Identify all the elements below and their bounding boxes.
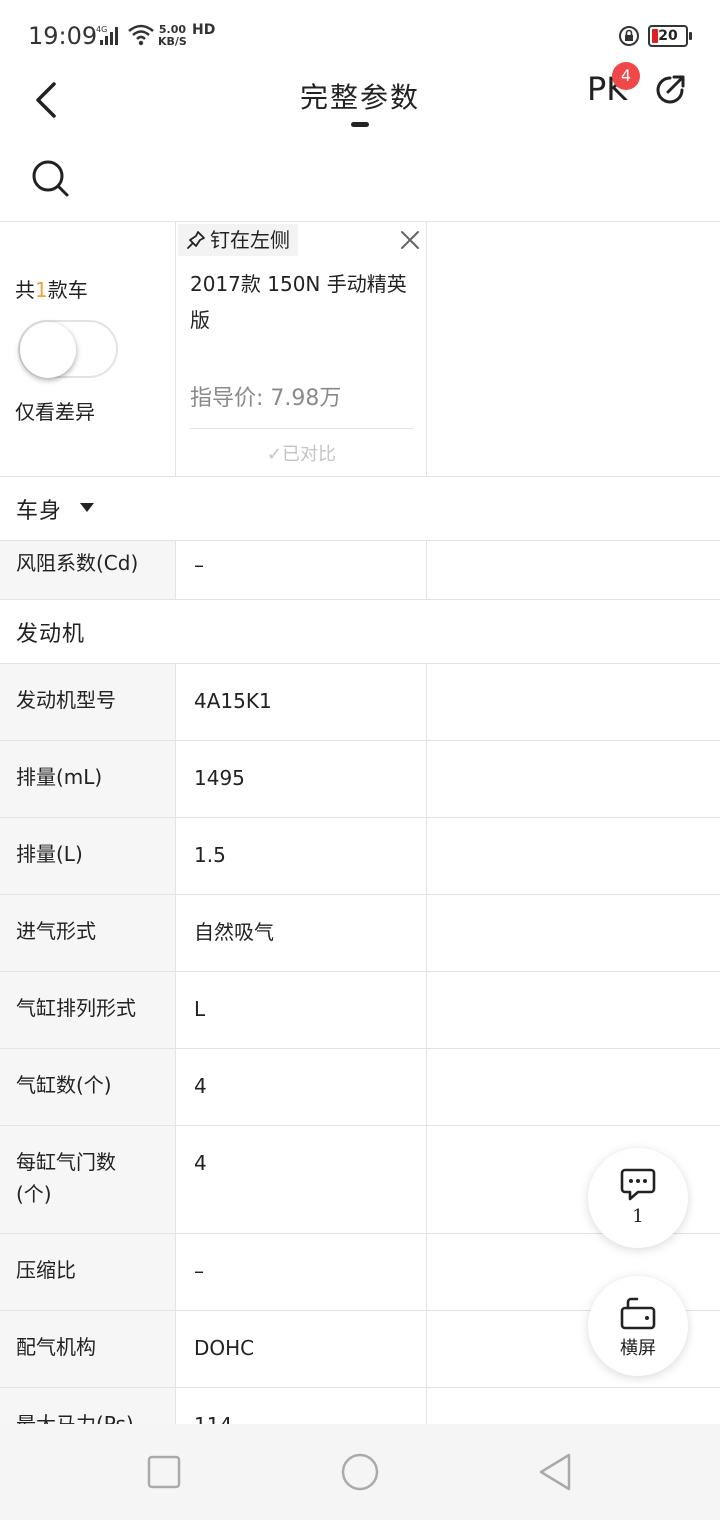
param-value: DOHC xyxy=(176,1311,427,1387)
rotation-lock-icon xyxy=(618,25,640,51)
close-icon[interactable] xyxy=(399,229,421,251)
rotate-screen-icon xyxy=(620,1297,656,1330)
param-label: 发动机型号 xyxy=(0,664,176,740)
car-model-name[interactable]: 2017款 150N 手动精英版 xyxy=(190,266,418,338)
param-value: 自然吸气 xyxy=(176,895,427,971)
recents-button[interactable] xyxy=(144,1452,184,1492)
svg-text:4G: 4G xyxy=(96,25,107,34)
param-row: 排量(L) 1.5 xyxy=(0,818,720,895)
param-row: 进气形式 自然吸气 xyxy=(0,895,720,972)
system-nav-bar xyxy=(0,1424,720,1520)
param-value: – xyxy=(176,541,427,599)
guide-price: 指导价: 7.98万 xyxy=(190,386,342,411)
param-value: 4 xyxy=(176,1049,427,1125)
param-value: L xyxy=(176,972,427,1048)
car-count: 共1款车 xyxy=(15,278,88,302)
comment-button[interactable]: 1 xyxy=(588,1148,688,1248)
wifi-icon xyxy=(127,24,155,50)
home-button[interactable] xyxy=(340,1452,380,1492)
network-speed: 5.00 KB/S xyxy=(158,23,187,48)
car-compare-header: 共1款车 仅看差异 钉在左侧 2017款 150N 手动精英版 指导价: 7.9… xyxy=(0,221,720,477)
param-label: 气缸数(个) xyxy=(0,1049,176,1125)
status-time: 19:09 xyxy=(28,22,98,50)
title-indicator xyxy=(351,122,369,127)
compared-status: ✓已对比 xyxy=(266,444,337,465)
param-row: 发动机型号 4A15K1 xyxy=(0,664,720,741)
section-title: 发动机 xyxy=(16,622,86,647)
param-row: 排量(mL) 1495 xyxy=(0,741,720,818)
param-value: – xyxy=(176,1234,427,1310)
pk-count-badge: 4 xyxy=(612,62,640,90)
param-value: 1.5 xyxy=(176,818,427,894)
toggle-knob xyxy=(20,322,76,378)
signal-icon: 4G xyxy=(96,24,122,50)
back-nav-button[interactable] xyxy=(536,1452,576,1492)
comment-count: 1 xyxy=(632,1206,644,1227)
diff-only-toggle[interactable] xyxy=(18,320,118,378)
caret-down-icon xyxy=(80,503,94,512)
pin-icon xyxy=(187,231,205,249)
param-row: 气缸排列形式 L xyxy=(0,972,720,1049)
section-header-body[interactable]: 车身 xyxy=(0,477,720,541)
search-icon[interactable] xyxy=(30,158,70,198)
status-bar: 19:09 4G 5.00 KB/S HD 20 xyxy=(0,0,720,70)
param-label: 气缸排列形式 xyxy=(0,972,176,1048)
hd-indicator: HD xyxy=(192,22,216,38)
param-label: 进气形式 xyxy=(0,895,176,971)
param-row: 气缸数(个) 4 xyxy=(0,1049,720,1126)
param-label: 排量(mL) xyxy=(0,741,176,817)
param-label: 每缸气门数(个) xyxy=(0,1126,176,1233)
chat-bubble-icon xyxy=(620,1168,656,1201)
share-icon[interactable] xyxy=(652,72,688,108)
param-value: 4A15K1 xyxy=(176,664,427,740)
pin-left-button[interactable]: 钉在左侧 xyxy=(178,224,298,256)
compare-controls: 共1款车 仅看差异 xyxy=(0,222,176,477)
param-value: 4 xyxy=(176,1126,427,1233)
section-header-engine[interactable]: 发动机 xyxy=(0,600,720,664)
param-label: 配气机构 xyxy=(0,1311,176,1387)
param-label: 排量(L) xyxy=(0,818,176,894)
landscape-button[interactable]: 横屏 xyxy=(588,1276,688,1376)
param-label: 压缩比 xyxy=(0,1234,176,1310)
param-value: 1495 xyxy=(176,741,427,817)
divider xyxy=(190,428,414,429)
diff-only-label: 仅看差异 xyxy=(15,400,95,424)
param-row: 风阻系数(Cd) – xyxy=(0,541,720,600)
landscape-label: 横屏 xyxy=(620,1338,656,1359)
car-column: 钉在左侧 2017款 150N 手动精英版 指导价: 7.98万 ✓已对比 xyxy=(176,222,427,477)
param-label: 风阻系数(Cd) xyxy=(0,541,176,599)
section-title: 车身 xyxy=(16,499,63,524)
nav-bar: 完整参数 PK 4 xyxy=(0,62,720,140)
battery-indicator: 20 xyxy=(648,25,692,47)
